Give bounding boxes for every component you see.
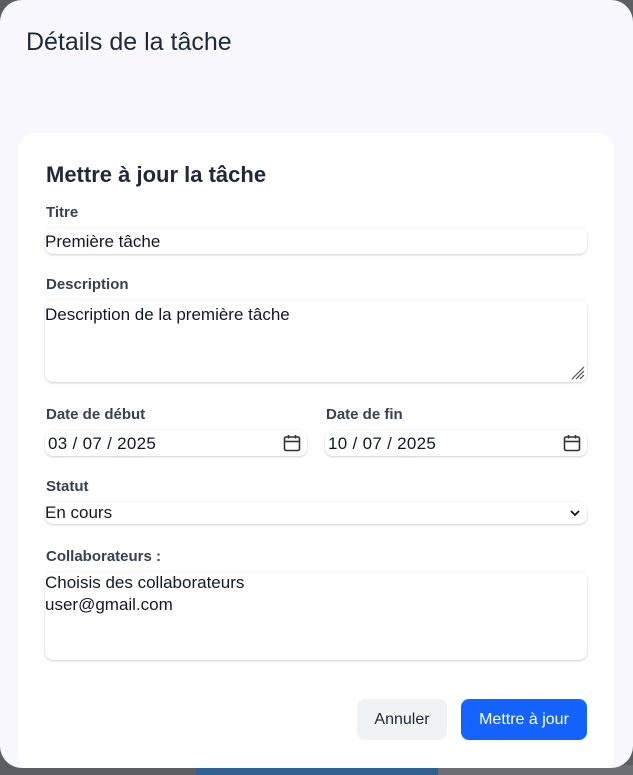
title-value: Première tâche — [45, 232, 161, 251]
end-date-label: Date de fin — [326, 406, 403, 423]
description-label: Description — [46, 276, 129, 293]
calendar-icon[interactable] — [563, 434, 581, 452]
collaborators-label: Collaborateurs : — [46, 548, 162, 565]
status-value: En cours — [45, 503, 113, 522]
resize-handle-icon[interactable] — [569, 364, 585, 380]
start-date-input[interactable]: 03 / 07 / 2025 — [45, 430, 307, 456]
description-value: Description de la première tâche — [45, 305, 290, 324]
chevron-down-icon — [570, 510, 580, 517]
collaborator-option[interactable]: user@gmail.com — [45, 594, 244, 616]
dialog-title: Détails de la tâche — [26, 28, 232, 56]
update-task-form: Mettre à jour la tâche Titre Première tâ… — [18, 133, 614, 768]
title-label: Titre — [46, 204, 79, 221]
calendar-icon[interactable] — [283, 434, 301, 452]
update-button[interactable]: Mettre à jour — [461, 699, 587, 740]
title-input[interactable]: Première tâche — [45, 228, 587, 254]
collaborator-option[interactable]: Choisis des collaborateurs — [45, 572, 244, 594]
start-date-value: 03 / 07 / 2025 — [48, 434, 157, 453]
form-heading: Mettre à jour la tâche — [46, 162, 267, 187]
end-date-input[interactable]: 10 / 07 / 2025 — [325, 430, 587, 456]
description-textarea[interactable]: Description de la première tâche — [45, 300, 587, 382]
task-details-dialog: Détails de la tâche Mettre à jour la tâc… — [0, 0, 633, 768]
collaborators-select[interactable]: Choisis des collaborateurs user@gmail.co… — [45, 572, 587, 660]
status-select[interactable]: En cours — [45, 502, 587, 524]
end-date-value: 10 / 07 / 2025 — [328, 434, 437, 453]
cancel-button[interactable]: Annuler — [357, 699, 447, 740]
status-label: Statut — [46, 478, 89, 495]
start-date-label: Date de début — [46, 406, 146, 423]
